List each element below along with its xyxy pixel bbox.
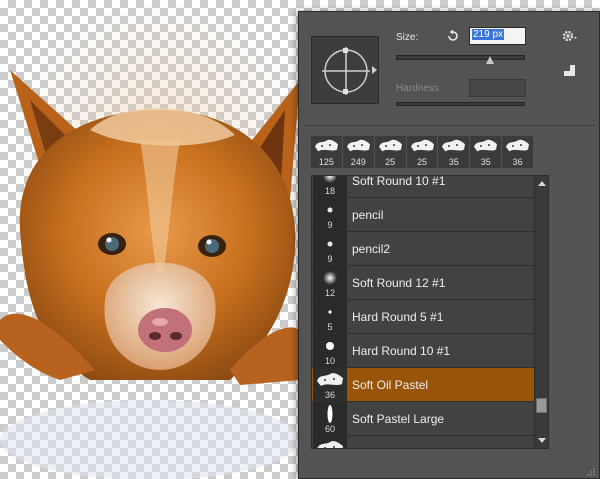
resize-grip-icon[interactable] bbox=[587, 468, 595, 476]
hardness-label: Hardness: bbox=[396, 83, 442, 94]
brush-stroke-icon bbox=[315, 139, 338, 152]
brush-preset-name: pencil2 bbox=[352, 242, 391, 256]
brush-preset-row[interactable]: 10 Hard Round 10 #1 bbox=[312, 334, 534, 368]
brush-preset-name: pencil bbox=[352, 208, 384, 222]
recent-brush-item[interactable]: 35 bbox=[470, 136, 502, 168]
hardness-input bbox=[469, 79, 526, 97]
recent-brush-item[interactable]: 35 bbox=[438, 136, 470, 168]
recent-brush-item[interactable]: 249 bbox=[342, 136, 374, 168]
pencil-tip-icon bbox=[327, 207, 333, 213]
brush-size-label: 5 bbox=[327, 322, 333, 332]
preview-arrow-icon bbox=[372, 66, 377, 74]
brush-size-label: 18 bbox=[324, 186, 335, 196]
brush-stroke-icon bbox=[506, 139, 530, 152]
brush-thumbnail: 36 bbox=[313, 368, 347, 401]
soft-round-tip-icon bbox=[323, 271, 337, 285]
brush-stroke-icon bbox=[474, 139, 498, 152]
brush-preset-name: Soft Oil Pastel bbox=[352, 378, 429, 392]
brush-preset-row[interactable]: 60 Soft Pastel Large bbox=[312, 402, 534, 436]
new-preset-icon[interactable] bbox=[563, 64, 576, 77]
hard-round-tip-icon bbox=[326, 342, 334, 350]
size-label: Size: bbox=[396, 32, 419, 43]
brush-size-label: 10 bbox=[324, 356, 335, 366]
preset-list-scrollbar[interactable] bbox=[535, 175, 549, 449]
brush-size-label: 9 bbox=[327, 254, 333, 264]
brush-preset-name: Hard Round 5 #1 bbox=[352, 310, 444, 324]
brush-size-label: 12 bbox=[324, 288, 335, 298]
brush-size-label: 60 bbox=[324, 424, 335, 434]
brush-thumbnail bbox=[313, 436, 347, 448]
size-slider-thumb[interactable] bbox=[486, 56, 495, 64]
recent-brush-size: 249 bbox=[350, 157, 366, 167]
brush-thumbnail: 12 bbox=[313, 266, 347, 299]
recent-brush-size: 36 bbox=[512, 157, 523, 167]
size-input[interactable]: 219 px bbox=[469, 27, 526, 45]
recent-brush-size: 25 bbox=[417, 157, 428, 167]
brush-size-label: 9 bbox=[327, 220, 333, 230]
brush-tip-preview[interactable] bbox=[311, 36, 379, 104]
size-slider[interactable] bbox=[396, 55, 525, 60]
brush-preset-picker: Size: 219 px Hardness: 125 249 25 25 35 35 36 … bbox=[298, 11, 600, 479]
recent-brush-size: 125 bbox=[318, 157, 334, 167]
brush-preset-row[interactable]: 9 pencil2 bbox=[312, 232, 534, 266]
texture-tip-icon bbox=[317, 441, 343, 448]
brush-preset-name: Hard Round 10 #1 bbox=[352, 344, 451, 358]
brush-preset-row[interactable]: 36 Soft Oil Pastel bbox=[312, 368, 534, 402]
brush-preset-row[interactable]: 5 Hard Round 5 #1 bbox=[312, 300, 534, 334]
brush-preset-name: Heavy Smear Wax Crayon bbox=[352, 446, 494, 448]
brush-thumbnail: 5 bbox=[313, 300, 347, 333]
brush-stroke-icon bbox=[378, 139, 402, 152]
brush-thumbnail: 10 bbox=[313, 334, 347, 367]
recent-brush-item[interactable]: 25 bbox=[406, 136, 438, 168]
scroll-up-icon[interactable] bbox=[538, 181, 546, 186]
divider bbox=[305, 125, 595, 126]
recent-brush-item[interactable]: 36 bbox=[502, 136, 534, 168]
brush-size-label: 36 bbox=[324, 390, 335, 400]
brush-preset-list: 18 Soft Round 10 #1 9 pencil 9 pencil2 12 Soft … bbox=[311, 175, 535, 449]
recent-brush-size: 35 bbox=[480, 157, 491, 167]
texture-tip-icon bbox=[317, 373, 343, 386]
reset-size-icon[interactable] bbox=[446, 29, 460, 43]
brush-preset-name: Soft Round 12 #1 bbox=[352, 276, 446, 290]
brush-thumbnail: 9 bbox=[313, 232, 347, 265]
brush-stroke-icon bbox=[346, 139, 370, 152]
brush-angle-icon bbox=[322, 47, 370, 95]
brush-thumbnail: 18 bbox=[313, 176, 347, 197]
pastel-tip-icon bbox=[327, 405, 333, 423]
scroll-thumb[interactable] bbox=[536, 398, 547, 413]
hard-round-tip-icon bbox=[328, 310, 332, 314]
recent-brushes: 125 249 25 25 35 35 36 bbox=[311, 136, 534, 168]
dog-painting bbox=[0, 0, 300, 479]
recent-brush-item[interactable]: 25 bbox=[374, 136, 406, 168]
brush-preset-row[interactable]: 9 pencil bbox=[312, 198, 534, 232]
brush-preset-name: Soft Round 10 #1 bbox=[352, 175, 446, 188]
brush-preset-name: Soft Pastel Large bbox=[352, 412, 445, 426]
hardness-slider bbox=[396, 102, 525, 106]
brush-stroke-icon bbox=[410, 139, 434, 152]
recent-brush-size: 35 bbox=[448, 157, 459, 167]
gear-icon[interactable] bbox=[562, 29, 578, 43]
recent-brush-item[interactable]: 125 bbox=[311, 136, 342, 168]
brush-preset-row[interactable]: Heavy Smear Wax Crayon bbox=[312, 436, 534, 448]
scroll-down-icon[interactable] bbox=[538, 438, 546, 443]
brush-stroke-icon bbox=[442, 139, 466, 152]
brush-thumbnail: 60 bbox=[313, 402, 347, 435]
brush-preset-row[interactable]: 18 Soft Round 10 #1 bbox=[312, 175, 534, 198]
brush-thumbnail: 9 bbox=[313, 198, 347, 231]
pencil-tip-icon bbox=[327, 241, 333, 247]
brush-preset-row[interactable]: 12 Soft Round 12 #1 bbox=[312, 266, 534, 300]
recent-brush-size: 25 bbox=[385, 157, 396, 167]
